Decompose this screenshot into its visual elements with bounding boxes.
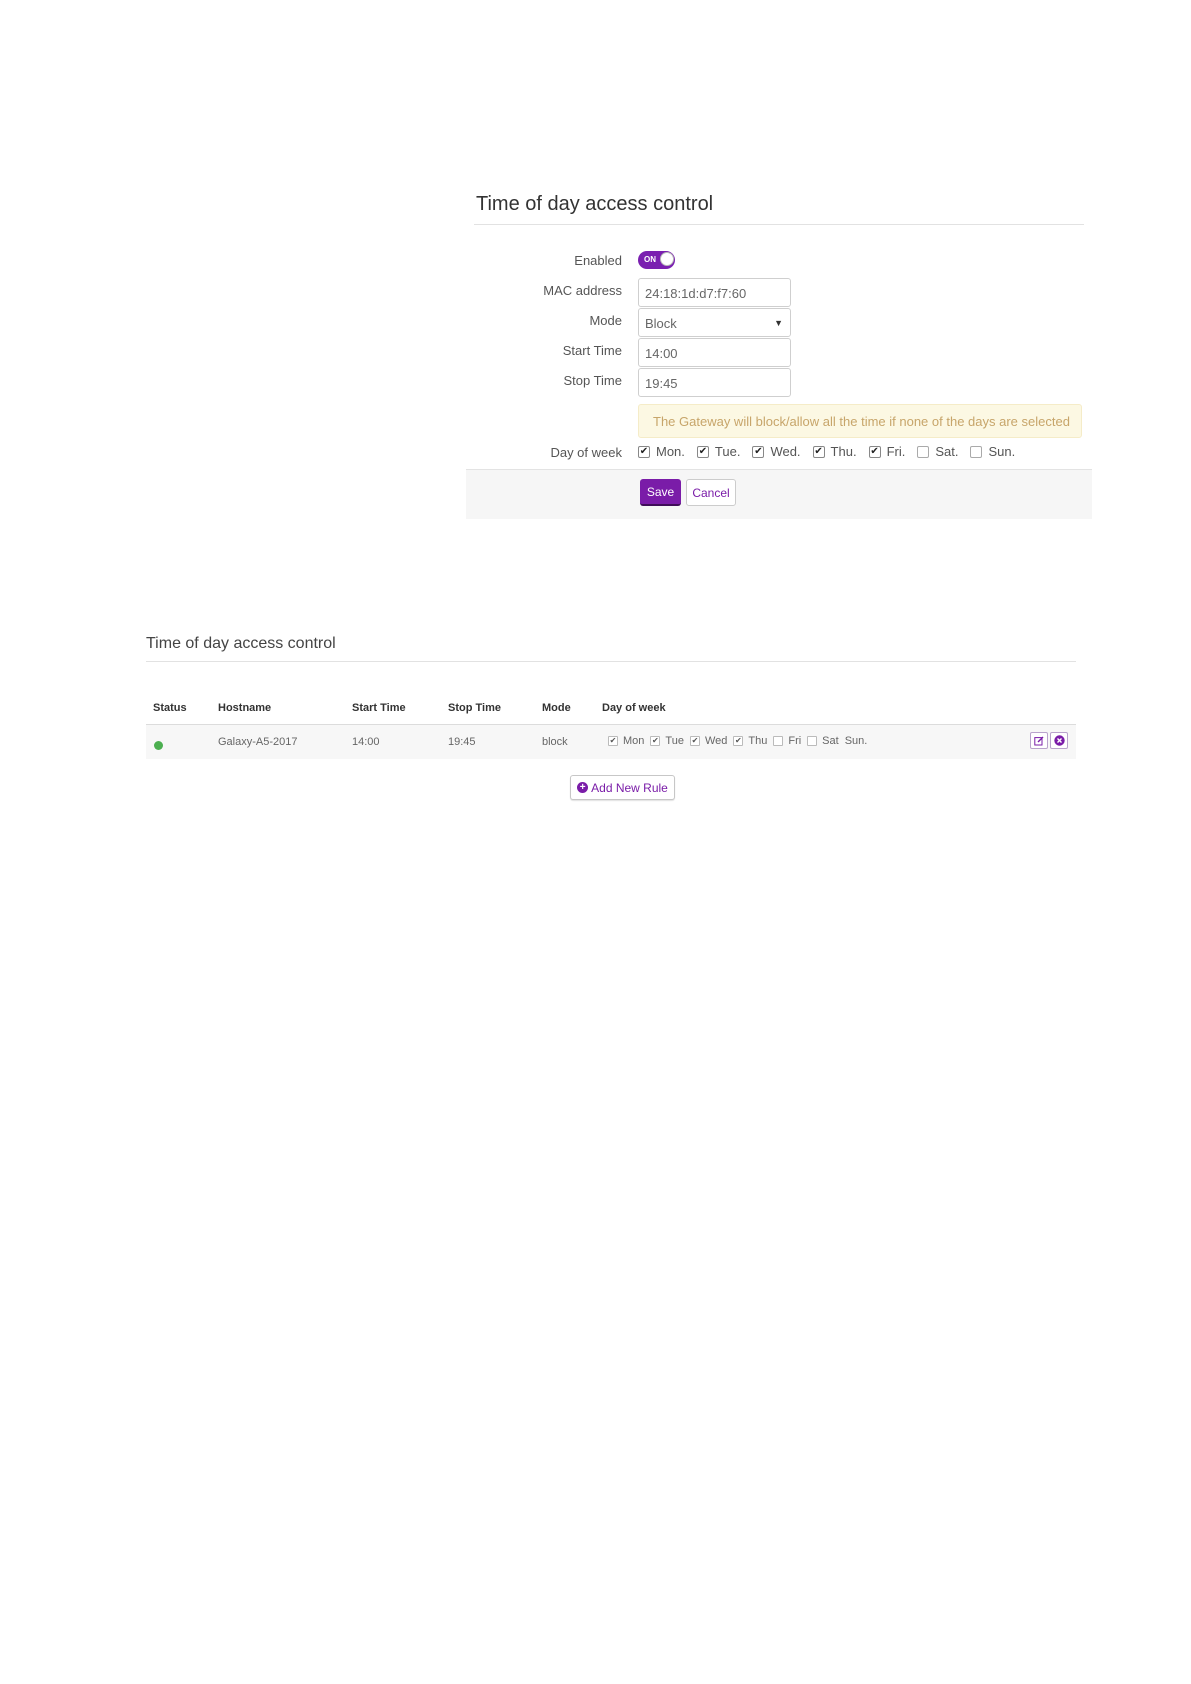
day-label-sun: Sun. [988, 444, 1016, 459]
toggle-knob [660, 252, 674, 266]
day-label-wed: Wed. [770, 444, 801, 459]
checkbox-wed[interactable]: ✔ [752, 445, 765, 458]
header-status: Status [153, 702, 187, 714]
form-title: Time of day access control [476, 193, 714, 215]
header-mode: Mode [542, 702, 571, 714]
divider [474, 224, 1084, 225]
cancel-button[interactable]: Cancel [686, 479, 736, 506]
enabled-toggle[interactable]: ON [638, 251, 675, 269]
checkbox-sun[interactable] [970, 445, 983, 458]
toggle-state-text: ON [644, 255, 656, 264]
header-start-time: Start Time [352, 702, 406, 714]
day-check-wed: ✔ [689, 736, 700, 746]
checkbox-thu[interactable]: ✔ [812, 445, 825, 458]
cell-start-time: 14:00 [352, 736, 380, 748]
day-label-fri: Fri. [886, 444, 906, 459]
mac-address-label: MAC address [543, 283, 622, 298]
day-label-mon: Mon. [656, 444, 685, 459]
day-check-fri [773, 736, 784, 746]
day-label-thu: Thu. [830, 444, 857, 459]
day-label: Tue [665, 735, 684, 747]
stop-time-input[interactable]: 19:45 [638, 368, 791, 397]
cell-hostname: Galaxy-A5-2017 [218, 736, 298, 748]
start-time-input[interactable]: 14:00 [638, 338, 791, 367]
stop-time-label: Stop Time [563, 373, 622, 388]
chevron-down-icon: ▼ [774, 318, 783, 328]
enabled-label: Enabled [574, 253, 622, 268]
day-label-sat: Sat. [935, 444, 959, 459]
day-label: Fri [788, 735, 802, 747]
day-label: Sun. [844, 735, 868, 747]
checkbox-sat[interactable] [917, 445, 930, 458]
day-label: Wed [704, 735, 728, 747]
day-label: Thu [748, 735, 768, 747]
day-label: Sat [822, 735, 839, 747]
day-label: Mon [623, 735, 645, 747]
mode-label: Mode [589, 313, 622, 328]
status-active-dot [154, 741, 163, 750]
cell-mode: block [542, 736, 568, 748]
add-rule-label: Add New Rule [591, 780, 668, 795]
plus-circle-icon: + [577, 782, 589, 793]
list-title: Time of day access control [146, 635, 336, 652]
checkbox-mon[interactable]: ✔ [638, 445, 650, 458]
day-check-tue: ✔ [650, 736, 661, 746]
delete-icon [1053, 735, 1065, 746]
mode-select-value: Block [645, 316, 677, 331]
rules-list: Time of day access control Status Hostna… [146, 625, 1076, 815]
checkbox-fri[interactable]: ✔ [868, 445, 881, 458]
start-time-label: Start Time [562, 343, 622, 358]
checkbox-tue[interactable]: ✔ [696, 445, 709, 458]
day-label-tue: Tue. [714, 444, 741, 459]
day-check-sat [807, 736, 818, 746]
cell-stop-time: 19:45 [448, 736, 476, 748]
delete-rule-button[interactable] [1050, 732, 1068, 749]
edit-icon [1034, 736, 1044, 746]
day-check-thu: ✔ [733, 736, 744, 746]
header-day-of-week: Day of week [602, 702, 666, 714]
day-of-week-checkboxes: ✔ Mon. ✔ Tue. ✔ Wed. ✔ Thu. ✔ Fri. Sat. Sun. [638, 444, 1027, 459]
day-of-week-label: Day of week [550, 445, 622, 460]
mode-select[interactable]: Block ▼ [638, 308, 791, 337]
cell-days: ✔ Mon ✔ Tue ✔ Wed ✔ Thu Fri Sat Sun. [608, 735, 873, 747]
form-actions: Save Cancel [466, 469, 1092, 519]
save-button[interactable]: Save [640, 479, 681, 506]
header-stop-time: Stop Time [448, 702, 501, 714]
days-notice: The Gateway will block/allow all the tim… [638, 404, 1082, 438]
add-new-rule-button[interactable]: + Add New Rule [570, 775, 675, 800]
mac-address-input[interactable]: 24:18:1d:d7:f7:60 [638, 278, 791, 307]
rule-edit-form: Time of day access control Enabled ON MA… [466, 180, 1092, 519]
day-check-mon: ✔ [608, 736, 618, 746]
edit-rule-button[interactable] [1030, 732, 1048, 749]
divider [146, 661, 1076, 662]
header-hostname: Hostname [218, 702, 272, 714]
